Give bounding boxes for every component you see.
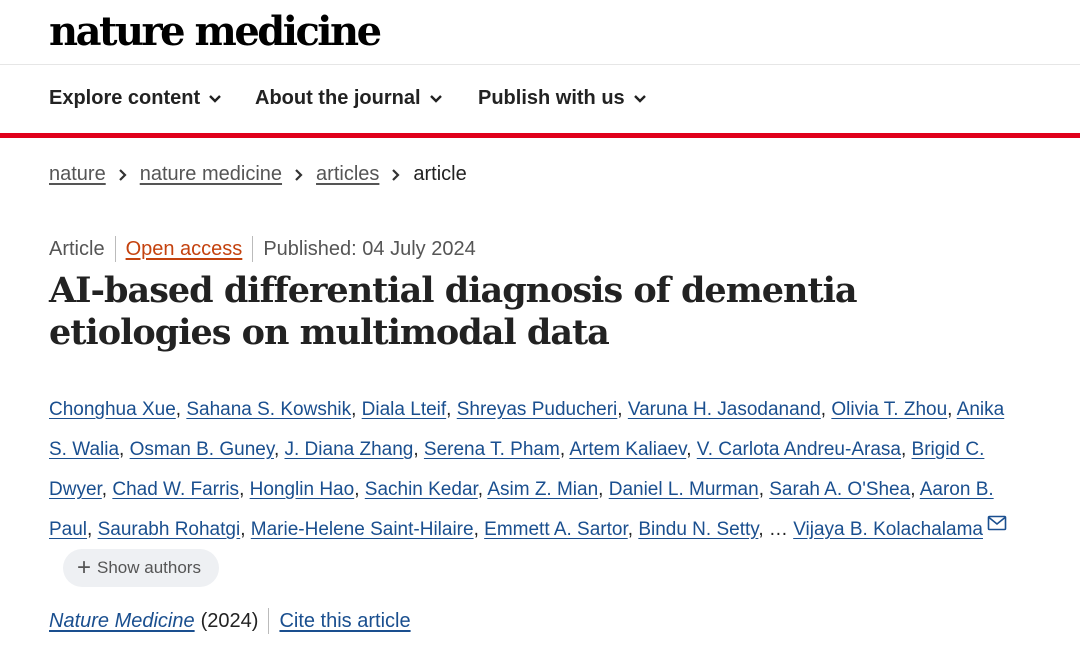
nav-about-journal[interactable]: About the journal bbox=[255, 87, 443, 110]
author-link[interactable]: Marie-Helene Saint-Hilaire bbox=[251, 519, 474, 540]
author-link[interactable]: Asim Z. Mian bbox=[487, 479, 598, 500]
chevron-right-icon bbox=[294, 168, 304, 182]
plus-icon: + bbox=[77, 553, 92, 581]
divider bbox=[114, 236, 116, 262]
author-link[interactable]: V. Carlota Andreu-Arasa bbox=[697, 439, 901, 460]
journal-link[interactable]: Nature Medicine bbox=[49, 610, 195, 633]
chevron-right-icon bbox=[391, 168, 401, 182]
author-link[interactable]: Sahana S. Kowshik bbox=[186, 399, 351, 420]
author-link[interactable]: Emmett A. Sartor bbox=[484, 519, 628, 540]
show-authors-button[interactable]: + Show authors bbox=[63, 548, 219, 587]
chevron-down-icon bbox=[209, 94, 221, 103]
author-list: Chonghua Xue, Sahana S. Kowshik, Diala L… bbox=[49, 390, 1009, 590]
chevron-down-icon bbox=[429, 94, 442, 103]
nav-publish-with-us[interactable]: Publish with us bbox=[478, 87, 647, 110]
author-link[interactable]: Olivia T. Zhou bbox=[831, 399, 947, 420]
nav-label: Publish with us bbox=[478, 87, 625, 109]
author-link[interactable]: Sarah A. O'Shea bbox=[769, 479, 910, 500]
article-title: AI-based differential diagnosis of demen… bbox=[49, 270, 858, 353]
breadcrumb-articles[interactable]: articles bbox=[316, 163, 379, 186]
author-link[interactable]: Diala Lteif bbox=[362, 399, 447, 420]
mail-icon[interactable] bbox=[987, 515, 1007, 531]
chevron-right-icon bbox=[118, 168, 128, 182]
open-access-link[interactable]: Open access bbox=[126, 238, 243, 261]
nav-explore-content[interactable]: Explore content bbox=[49, 87, 222, 110]
article-type: Article bbox=[49, 237, 105, 260]
nav-label: About the journal bbox=[255, 87, 421, 109]
author-link[interactable]: Shreyas Puducheri bbox=[457, 399, 618, 420]
show-authors-label: Show authors bbox=[97, 557, 201, 577]
nav-label: Explore content bbox=[49, 87, 201, 109]
author-link[interactable]: Daniel L. Murman bbox=[609, 479, 759, 500]
author-link[interactable]: Bindu N. Setty bbox=[638, 519, 758, 540]
breadcrumb-nature[interactable]: nature bbox=[49, 163, 106, 186]
author-link[interactable]: Honglin Hao bbox=[250, 479, 355, 500]
author-ellipsis: … bbox=[768, 519, 788, 540]
author-link[interactable]: J. Diana Zhang bbox=[285, 439, 414, 460]
breadcrumb: nature nature medicine articles article bbox=[49, 163, 467, 186]
breadcrumb-nature-medicine[interactable]: nature medicine bbox=[140, 163, 282, 186]
site-logo[interactable]: nature medicine bbox=[49, 8, 382, 56]
author-link[interactable]: Chad W. Farris bbox=[112, 479, 239, 500]
breadcrumb-current: article bbox=[413, 163, 467, 185]
cite-article-link[interactable]: Cite this article bbox=[279, 610, 410, 633]
divider bbox=[252, 236, 254, 262]
main-nav: Explore content About the journal Publis… bbox=[0, 65, 1080, 138]
author-link[interactable]: Chonghua Xue bbox=[49, 399, 176, 420]
author-link[interactable]: Saurabh Rohatgi bbox=[98, 519, 241, 540]
journal-name: Nature Medicine bbox=[49, 609, 195, 632]
published-date: Published: 04 July 2024 bbox=[263, 237, 476, 260]
author-link[interactable]: Artem Kaliaev bbox=[569, 439, 686, 460]
author-link[interactable]: Serena T. Pham bbox=[424, 439, 560, 460]
chevron-down-icon bbox=[633, 94, 646, 103]
author-link[interactable]: Osman B. Guney bbox=[130, 439, 274, 460]
author-link[interactable]: Sachin Kedar bbox=[365, 479, 478, 500]
header: nature medicine bbox=[0, 0, 1080, 65]
article-meta: Article Open access Published: 04 July 2… bbox=[49, 236, 476, 262]
citation-line: Nature Medicine (2024) Cite this article bbox=[49, 608, 411, 634]
divider bbox=[268, 608, 270, 634]
author-link[interactable]: Varuna H. Jasodanand bbox=[628, 399, 821, 420]
journal-year: (2024) bbox=[200, 609, 259, 632]
corresponding-author-link[interactable]: Vijaya B. Kolachalama bbox=[793, 519, 983, 540]
